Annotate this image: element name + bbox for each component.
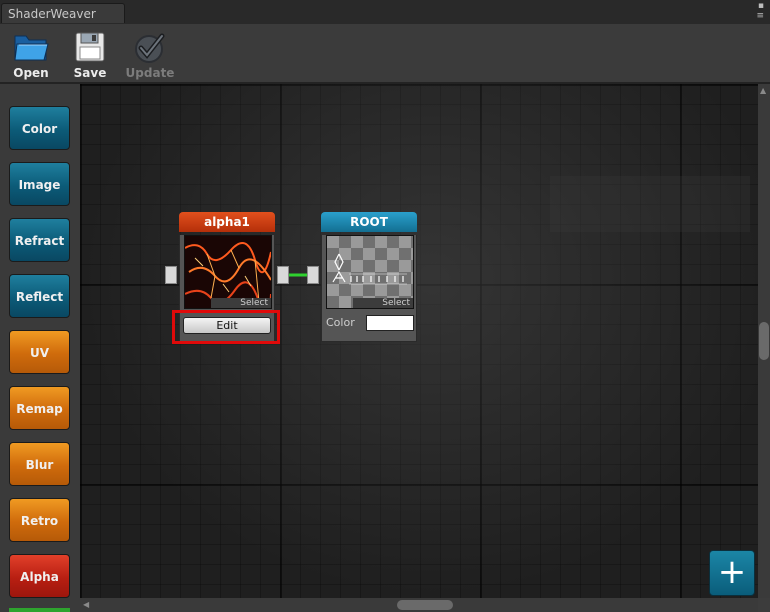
palette-alpha-button[interactable]: Alpha — [9, 554, 70, 598]
palette-refract-button[interactable]: Refract — [9, 218, 70, 262]
update-button[interactable]: Update — [125, 28, 175, 80]
save-button[interactable]: Save — [65, 28, 115, 80]
palette-color-button[interactable]: Color — [9, 106, 70, 150]
vertical-scroll-thumb[interactable] — [759, 322, 769, 360]
palette-reflect-button[interactable]: Reflect — [9, 274, 70, 318]
folder-icon — [14, 35, 49, 61]
add-node-button[interactable]: + — [709, 550, 755, 596]
scroll-up-icon[interactable]: ▲ — [760, 86, 766, 95]
alpha-input-port[interactable] — [165, 266, 177, 284]
alpha-select-button[interactable]: Select — [211, 298, 271, 308]
plus-icon: + — [717, 552, 747, 592]
root-texture-preview[interactable]: Select — [326, 235, 414, 309]
horizontal-scrollbar[interactable]: ◀ — [80, 598, 758, 612]
node-palette: Color Image Refract Reflect UV Remap Blu… — [0, 84, 80, 612]
palette-uv-button[interactable]: UV — [9, 330, 70, 374]
floppy-disk-icon — [75, 32, 105, 62]
canvas-faint-panel — [550, 176, 750, 232]
palette-remap-button[interactable]: Remap — [9, 386, 70, 430]
pin-icon[interactable]: ▪ — [756, 1, 764, 11]
open-button[interactable]: Open — [6, 28, 56, 80]
root-node[interactable]: ROOT Select Color — [321, 212, 417, 342]
alpha-node-title[interactable]: alpha1 — [179, 212, 275, 232]
root-node-body: Select Color — [321, 235, 417, 342]
vertical-scrollbar[interactable]: ▲ — [758, 84, 770, 598]
palette-retro-button[interactable]: Retro — [9, 498, 70, 542]
update-label: Update — [125, 66, 175, 80]
save-label: Save — [73, 66, 107, 80]
root-select-button[interactable]: Select — [353, 298, 413, 308]
edit-button-highlight — [172, 310, 280, 344]
root-color-swatch[interactable] — [366, 315, 414, 331]
window-controls[interactable]: ▪ ≡ — [756, 1, 764, 21]
toolbar: Open Save Update — [0, 24, 770, 84]
window-titlebar: ShaderWeaver ▪ ≡ — [0, 0, 770, 24]
palette-blur-button[interactable]: Blur — [9, 442, 70, 486]
root-input-port[interactable] — [307, 266, 319, 284]
menu-icon[interactable]: ≡ — [756, 11, 764, 21]
horizontal-scroll-thumb[interactable] — [397, 600, 453, 610]
palette-next-item-edge — [9, 608, 70, 612]
alpha-texture-preview[interactable]: Select — [184, 235, 272, 309]
checkmark-icon — [135, 33, 165, 63]
window-tab[interactable]: ShaderWeaver — [1, 3, 125, 23]
node-graph-canvas[interactable]: alpha1 Select Edit ROOT Select Color — [80, 84, 758, 598]
root-color-row: Color — [322, 312, 416, 334]
open-label: Open — [13, 66, 49, 80]
window-tab-label: ShaderWeaver — [8, 7, 96, 21]
root-color-label: Color — [326, 316, 355, 329]
scroll-left-icon[interactable]: ◀ — [83, 600, 89, 609]
palette-image-button[interactable]: Image — [9, 162, 70, 206]
alpha-output-port[interactable] — [277, 266, 289, 284]
root-node-title[interactable]: ROOT — [321, 212, 417, 232]
